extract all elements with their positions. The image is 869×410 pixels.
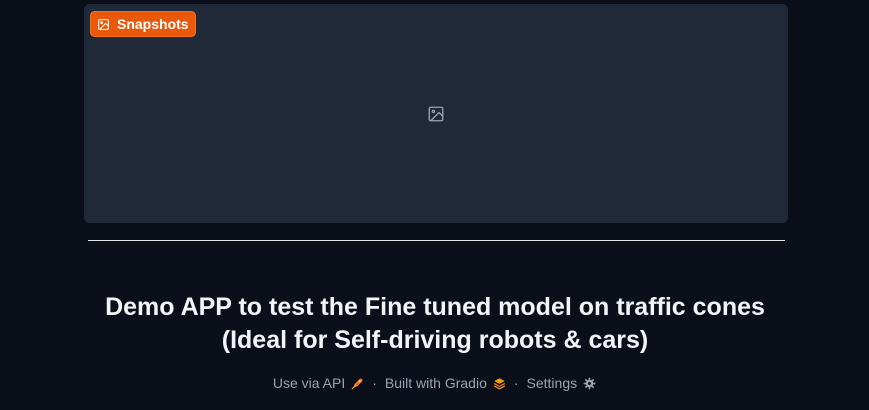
- footer-separator-2: ·: [513, 375, 519, 391]
- gradio-logo-icon: [493, 377, 505, 389]
- footer: Use via API · Built with Gradio · Settin…: [0, 375, 869, 391]
- use-via-api-label: Use via API: [272, 375, 346, 391]
- gear-icon: [583, 377, 596, 389]
- page-title: Demo APP to test the Fine tuned model on…: [60, 291, 810, 357]
- rocket-icon: [351, 378, 363, 389]
- image-icon: [98, 18, 109, 30]
- horizontal-divider: [88, 240, 785, 241]
- title-line-2: (Ideal for Self-driving robots & cars): [221, 326, 649, 354]
- settings-label: Settings: [526, 375, 578, 391]
- footer-separator: ·: [372, 375, 377, 391]
- image-placeholder-icon: [428, 106, 444, 122]
- app-root: Snapshots Demo APP to test the Fine tune…: [0, 0, 869, 410]
- settings-link[interactable]: Settings: [527, 375, 597, 391]
- snapshots-label-badge: Snapshots: [90, 11, 196, 37]
- built-with-gradio-link[interactable]: Built with Gradio: [385, 375, 506, 391]
- built-with-gradio-label: Built with Gradio: [384, 375, 487, 391]
- snapshots-gallery[interactable]: Snapshots: [84, 4, 788, 223]
- use-via-api-link[interactable]: Use via API: [273, 375, 364, 391]
- snapshots-label: Snapshots: [117, 16, 189, 32]
- title-line-1: Demo APP to test the Fine tuned model on…: [105, 293, 765, 321]
